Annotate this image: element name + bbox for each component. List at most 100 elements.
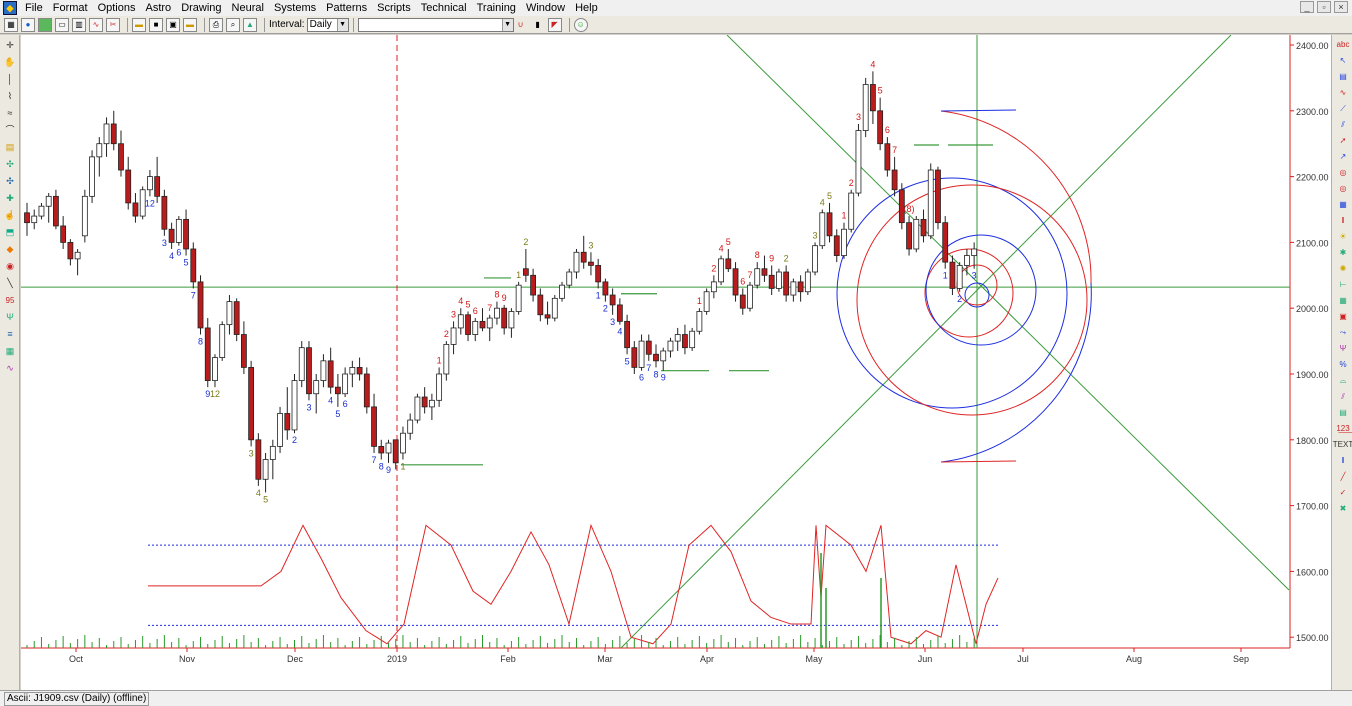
menu-training[interactable]: Training: [472, 0, 521, 16]
candle-body: [660, 350, 667, 362]
grid-icon[interactable]: [38, 17, 52, 32]
bucket-icon[interactable]: ⬒: [3, 225, 17, 239]
counter-icon[interactable]: 1̲2̲3̲: [1336, 422, 1350, 435]
line-up-icon[interactable]: ╱: [1336, 470, 1350, 483]
regression-icon[interactable]: ↗: [1336, 150, 1350, 163]
grid-icon[interactable]: ▦: [1336, 294, 1350, 307]
globe-icon[interactable]: ●: [21, 17, 35, 32]
curve-icon[interactable]: ⤳: [1336, 326, 1350, 339]
menu-window[interactable]: Window: [521, 0, 570, 16]
fib-icon[interactable]: ▤: [3, 140, 17, 154]
square-icon[interactable]: ▣: [1336, 310, 1350, 323]
restore-icon[interactable]: ▫: [1317, 1, 1331, 13]
percent-icon[interactable]: %: [1336, 358, 1350, 371]
fib-arc-icon[interactable]: ⌓: [1336, 374, 1350, 387]
volume-bars-icon[interactable]: ▮: [530, 17, 545, 32]
close-icon[interactable]: ×: [1334, 1, 1348, 13]
scissors-icon[interactable]: ✂: [106, 17, 120, 32]
monitor-icon[interactable]: ▭: [55, 17, 69, 32]
star-icon[interactable]: ✱: [1336, 246, 1350, 259]
menu-technical[interactable]: Technical: [416, 0, 472, 16]
image-icon[interactable]: ▲: [243, 17, 257, 32]
gann-fan-icon[interactable]: ✣: [3, 157, 17, 171]
td-count-label: 5: [184, 258, 189, 268]
save-all-icon[interactable]: ▣: [166, 17, 180, 32]
car-icon[interactable]: ◉: [3, 259, 17, 273]
symbol-select[interactable]: ▼: [357, 17, 514, 32]
counter-95-icon[interactable]: 95: [3, 293, 17, 307]
sine-icon[interactable]: ∿: [3, 361, 17, 375]
spiral-icon[interactable]: ◎: [1336, 166, 1350, 179]
menu-neural[interactable]: Neural: [227, 0, 269, 16]
candle-body: [31, 215, 38, 224]
channel-icon[interactable]: ⫽: [1336, 118, 1350, 131]
text-abc-icon[interactable]: abc: [1336, 38, 1350, 51]
cursor-icon[interactable]: ☝: [3, 208, 17, 222]
menu-drawing[interactable]: Drawing: [176, 0, 226, 16]
seal-icon[interactable]: ✺: [1336, 262, 1350, 275]
menu-help[interactable]: Help: [570, 0, 603, 16]
menu-file[interactable]: File: [20, 0, 48, 16]
trident-icon[interactable]: Ψ: [1336, 342, 1350, 355]
pointer-icon[interactable]: ↖: [1336, 54, 1350, 67]
refresh-icon[interactable]: ☺: [573, 17, 588, 32]
cycle-lines-icon[interactable]: ‖: [1336, 214, 1350, 227]
chart-window-icon[interactable]: ▦: [4, 17, 18, 32]
minimize-icon[interactable]: _: [1300, 1, 1314, 13]
menu-patterns[interactable]: Patterns: [321, 0, 372, 16]
tools-icon[interactable]: ✖: [1336, 502, 1350, 515]
gann-box-icon[interactable]: ▦: [1336, 198, 1350, 211]
signal-icon[interactable]: ◤: [547, 17, 562, 32]
arrow-up-icon[interactable]: ➚: [1336, 134, 1350, 147]
candle-body: [559, 284, 565, 299]
menu-format[interactable]: Format: [48, 0, 93, 16]
vertical-line-icon[interactable]: │: [3, 72, 17, 86]
open-folder-icon[interactable]: ▬: [132, 17, 146, 32]
pitchfork-icon[interactable]: Ψ: [3, 310, 17, 324]
candle-body: [349, 367, 356, 375]
save-icon[interactable]: ■: [149, 17, 163, 32]
sun-icon[interactable]: ☀: [1336, 230, 1350, 243]
cycle-icon[interactable]: ✣: [3, 174, 17, 188]
candle-body: [790, 281, 797, 296]
hand-icon[interactable]: ✋: [3, 55, 17, 69]
fan-icon[interactable]: ⟋: [1336, 102, 1350, 115]
candle-body: [826, 212, 833, 237]
paint-icon[interactable]: ◆: [3, 242, 17, 256]
price-chart[interactable]: 2400.00 2300.00 2200.00 2100.00 2000.00 1900.…: [21, 35, 1331, 690]
keyboard-icon[interactable]: ▤: [1336, 70, 1350, 83]
print-preview-icon[interactable]: ⌕: [226, 17, 240, 32]
candle-body: [89, 156, 95, 197]
menu-systems[interactable]: Systems: [269, 0, 321, 16]
folder-chart-icon[interactable]: ▬: [183, 17, 197, 32]
ruler-icon[interactable]: ▤: [1336, 406, 1350, 419]
wave-icon[interactable]: ∿: [89, 17, 103, 32]
measure-icon[interactable]: ⊢: [1336, 278, 1350, 291]
menu-options[interactable]: Options: [93, 0, 141, 16]
levels-icon[interactable]: ≡: [3, 327, 17, 341]
arc-icon[interactable]: ⌒: [3, 123, 17, 137]
menu-scripts[interactable]: Scripts: [372, 0, 416, 16]
line-tool-icon[interactable]: ╲: [3, 276, 17, 290]
chevron-down-icon[interactable]: ▼: [501, 18, 513, 31]
trend-wave-icon[interactable]: ⌇: [3, 89, 17, 103]
interval-value: Daily: [309, 18, 332, 30]
zigzag-icon[interactable]: ≈: [3, 106, 17, 120]
wave-icon[interactable]: ∿: [1336, 86, 1350, 99]
target-icon[interactable]: ◎: [1336, 182, 1350, 195]
bars-chart-icon[interactable]: ▥: [72, 17, 86, 32]
interval-select[interactable]: Daily ▼: [306, 17, 349, 32]
vertical-lines-icon[interactable]: ‖: [1336, 454, 1350, 467]
parallel-lines-icon[interactable]: ⫽: [1336, 390, 1350, 403]
chevron-down-icon[interactable]: ▼: [336, 18, 348, 31]
grid-tool-icon[interactable]: ▦: [3, 344, 17, 358]
chevron-icon[interactable]: ✓: [1336, 486, 1350, 499]
text-icon[interactable]: TEXT: [1333, 438, 1352, 451]
magnet-icon[interactable]: ∪: [513, 17, 528, 32]
move-icon[interactable]: ✚: [3, 191, 17, 205]
candle-body: [710, 281, 717, 293]
crosshair-icon[interactable]: ✛: [3, 38, 17, 52]
print-icon[interactable]: ⎙: [209, 17, 223, 32]
menu-astro[interactable]: Astro: [141, 0, 177, 16]
candle-body: [385, 442, 392, 454]
